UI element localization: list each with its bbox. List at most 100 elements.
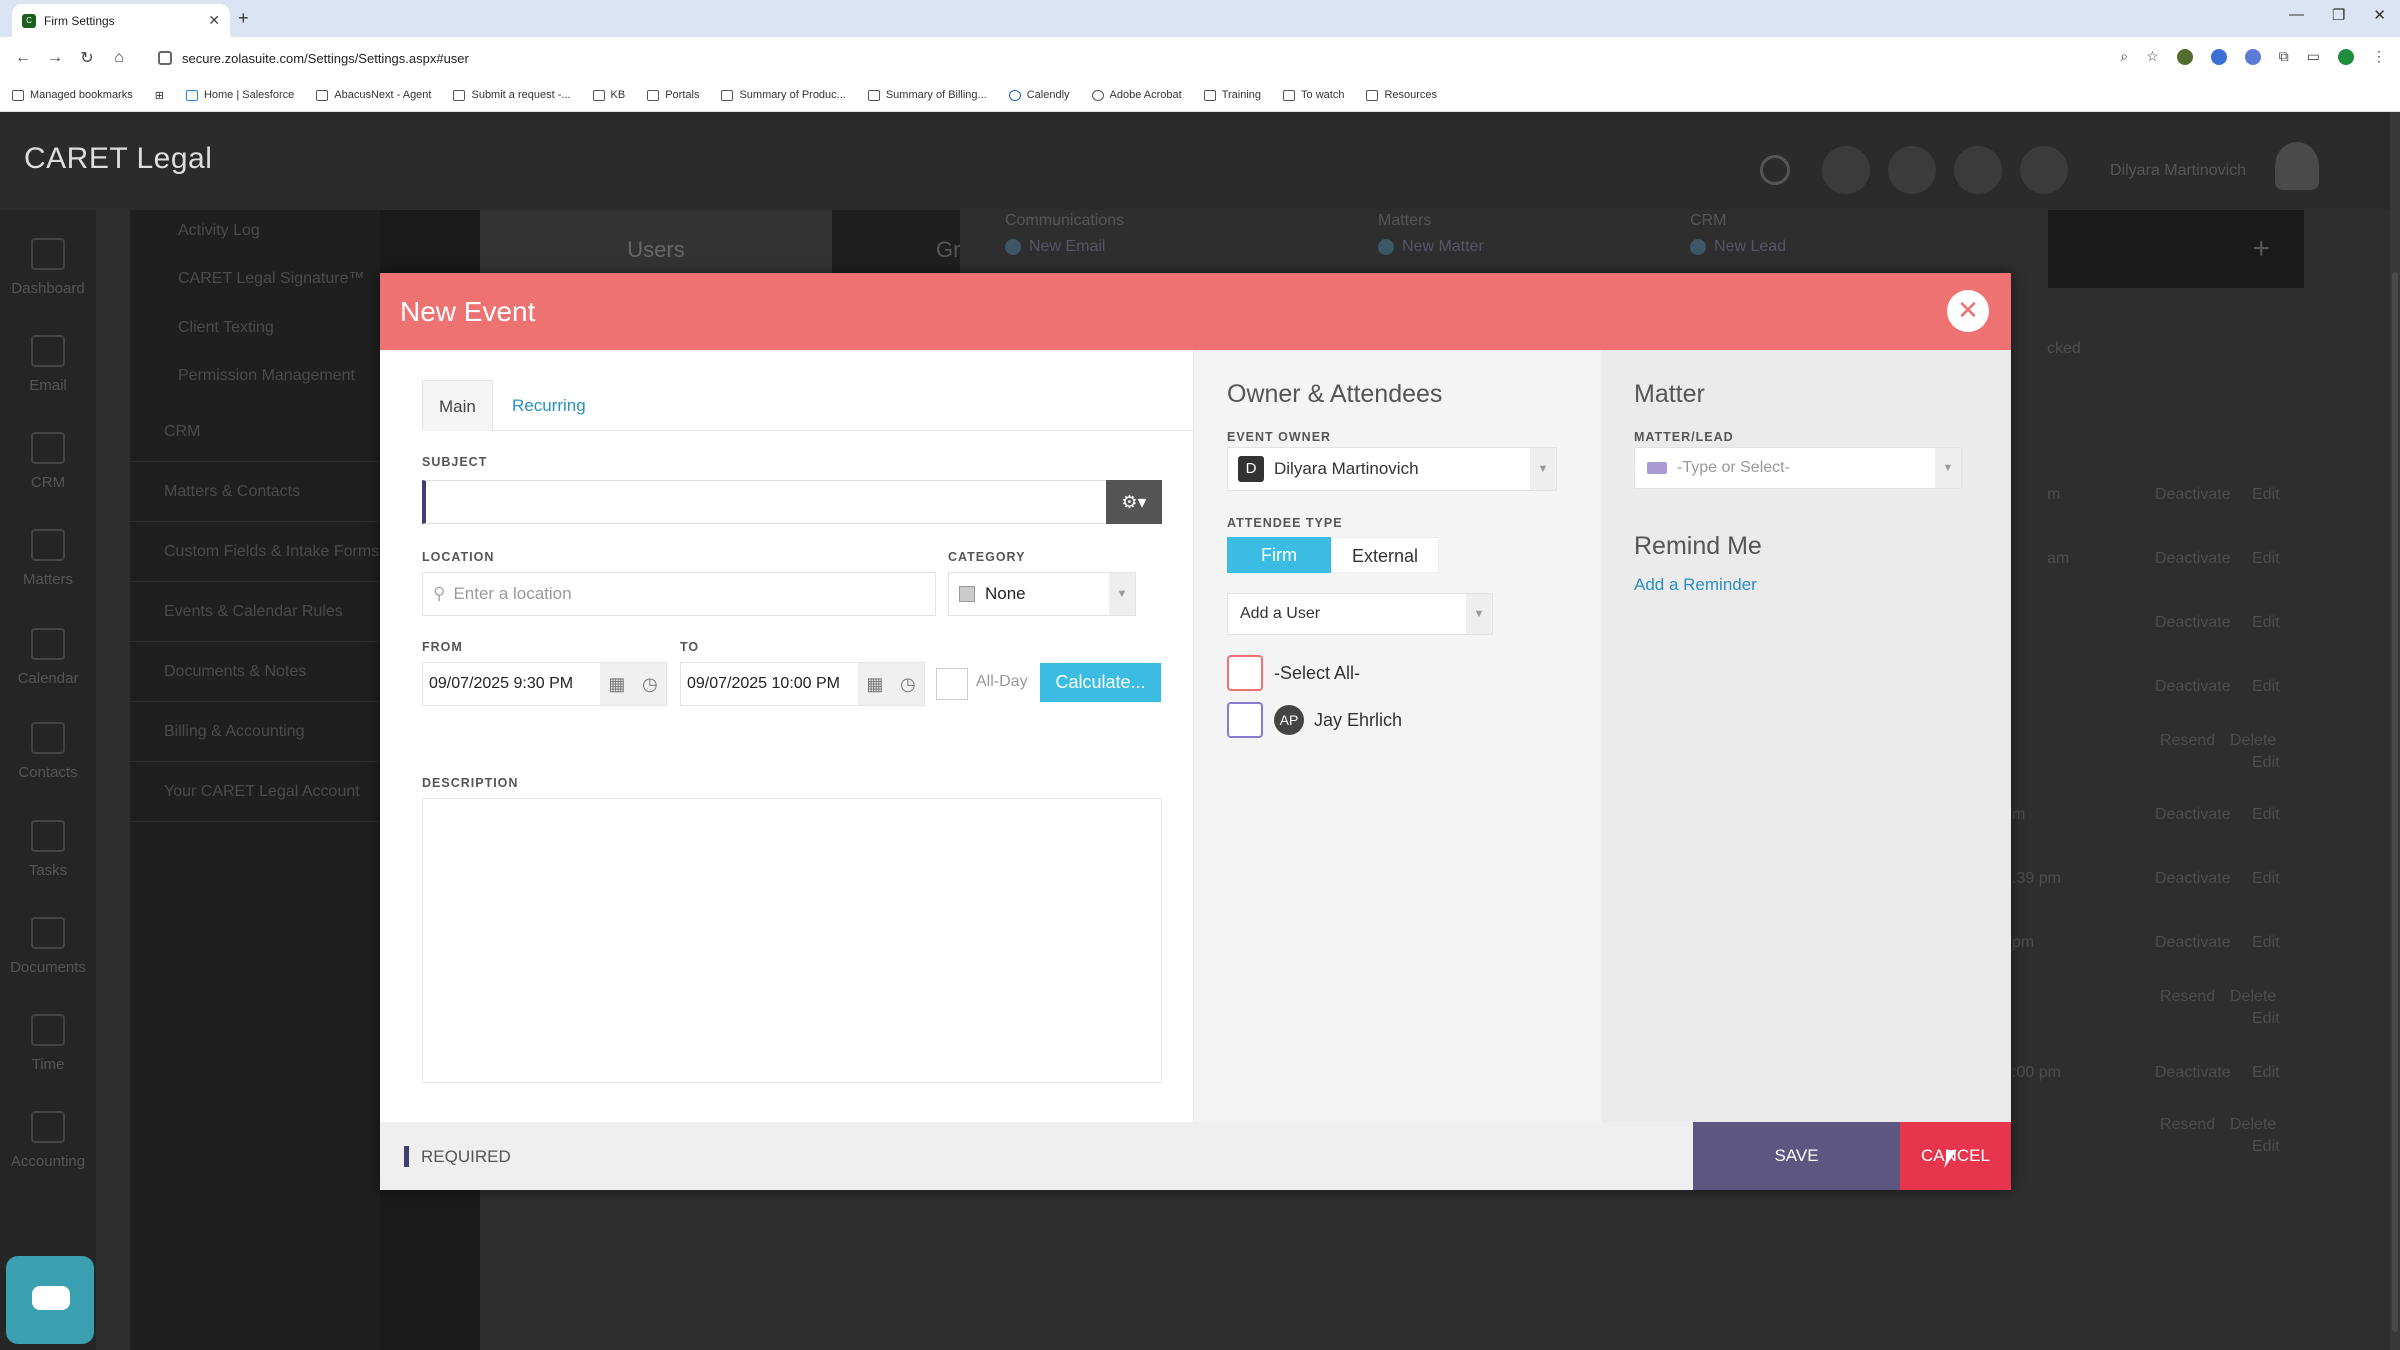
nav-tasks[interactable]: Tasks <box>0 820 96 879</box>
bookmark-item[interactable]: AbacusNext - Agent <box>316 89 431 101</box>
new-lead-link[interactable]: New Lead <box>1714 238 1786 256</box>
chat-widget-button[interactable] <box>6 1256 94 1344</box>
deactivate-link[interactable]: Deactivate <box>2155 934 2231 952</box>
timer-icon[interactable] <box>1822 146 1870 194</box>
extension-icon[interactable] <box>2210 48 2227 65</box>
nav-crm[interactable]: CRM <box>0 432 96 491</box>
browser-tab[interactable]: C Firm Settings ✕ <box>12 4 230 37</box>
to-datetime-input[interactable]: 09/07/2025 10:00 PM ▦ ◷ <box>680 662 925 706</box>
tab-recurring[interactable]: Recurring <box>496 380 602 431</box>
deactivate-link[interactable]: Deactivate <box>2155 550 2231 568</box>
subject-input[interactable]: ⚙▾ <box>422 480 1162 524</box>
edit-link[interactable]: Edit <box>2252 486 2280 504</box>
matter-lead-select[interactable]: -Type or Select- ▼ <box>1634 447 1962 489</box>
settings-item-documents[interactable]: Documents & Notes <box>130 642 380 702</box>
settings-item-crm[interactable]: CRM <box>130 402 380 462</box>
deactivate-link[interactable]: Deactivate <box>2155 486 2231 504</box>
minimize-icon[interactable]: — <box>2289 6 2304 24</box>
bookmark-star-icon[interactable]: ☆ <box>2146 48 2159 65</box>
template-picker-button[interactable]: ⚙▾ <box>1106 480 1162 524</box>
edit-link[interactable]: Edit <box>2252 1010 2280 1028</box>
edit-link[interactable]: Edit <box>2252 1064 2280 1082</box>
settings-item-custom-fields[interactable]: Custom Fields & Intake Forms <box>130 522 380 582</box>
settings-item-events[interactable]: Events & Calendar Rules <box>130 582 380 642</box>
edit-link[interactable]: Edit <box>2252 870 2280 888</box>
delete-link[interactable]: Delete <box>2230 1116 2276 1134</box>
attendee-type-firm[interactable]: Firm <box>1227 537 1331 573</box>
calendar-icon[interactable]: ▦ <box>608 674 625 695</box>
from-datetime-input[interactable]: 09/07/2025 9:30 PM ▦ ◷ <box>422 662 667 706</box>
scrollbar-thumb[interactable] <box>2392 272 2398 1332</box>
settings-item-permissions[interactable]: Permission Management <box>130 367 380 385</box>
attendee-checkbox[interactable] <box>1227 702 1263 738</box>
extensions-puzzle-icon[interactable]: ⧉ <box>2279 48 2289 65</box>
bookmark-item[interactable]: Portals <box>647 89 699 101</box>
avatar[interactable] <box>2275 142 2319 190</box>
settings-item-activity-log[interactable]: Activity Log <box>130 222 380 240</box>
edit-link[interactable]: Edit <box>2252 614 2280 632</box>
add-reminder-link[interactable]: Add a Reminder <box>1634 575 1757 595</box>
description-textarea[interactable] <box>422 798 1162 1083</box>
edit-link[interactable]: Edit <box>2252 934 2280 952</box>
edit-link[interactable]: Edit <box>2252 754 2280 772</box>
resend-link[interactable]: Resend <box>2160 732 2215 750</box>
deactivate-link[interactable]: Deactivate <box>2155 806 2231 824</box>
tab-main[interactable]: Main <box>422 380 493 431</box>
nav-time[interactable]: Time <box>0 1014 96 1073</box>
bookmark-item[interactable]: Managed bookmarks <box>12 89 133 101</box>
apps-icon[interactable]: ⊞ <box>155 89 164 102</box>
new-matter-link[interactable]: New Matter <box>1402 238 1484 256</box>
nav-accounting[interactable]: Accounting <box>0 1111 96 1170</box>
profile-icon[interactable] <box>2338 48 2354 65</box>
split-view-icon[interactable]: ▭ <box>2307 48 2320 65</box>
calendar-icon[interactable]: ▦ <box>866 674 883 695</box>
nav-calendar[interactable]: Calendar <box>0 628 96 687</box>
nav-email[interactable]: Email <box>0 335 96 394</box>
add-user-select[interactable]: Add a User ▼ <box>1227 593 1493 635</box>
help-icon[interactable] <box>1888 146 1936 194</box>
attendee-type-external[interactable]: External <box>1331 537 1440 573</box>
all-day-checkbox[interactable] <box>936 668 968 700</box>
bookmark-item[interactable]: To watch <box>1283 89 1344 101</box>
bookmark-item[interactable]: Calendly <box>1008 89 1070 101</box>
edit-link[interactable]: Edit <box>2252 550 2280 568</box>
save-button[interactable]: SAVE <box>1693 1122 1900 1190</box>
chat-icon[interactable] <box>1954 146 2002 194</box>
edit-link[interactable]: Edit <box>2252 806 2280 824</box>
page-scrollbar[interactable] <box>2390 112 2400 1350</box>
forward-icon[interactable]: → <box>46 49 64 67</box>
nav-matters[interactable]: Matters <box>0 529 96 588</box>
deactivate-link[interactable]: Deactivate <box>2155 678 2231 696</box>
nav-documents[interactable]: Documents <box>0 917 96 976</box>
site-info-icon[interactable] <box>158 51 172 65</box>
close-dialog-button[interactable]: ✕ <box>1947 290 1989 332</box>
select-all-checkbox[interactable] <box>1227 655 1263 691</box>
home-icon[interactable]: ⌂ <box>110 49 128 67</box>
delete-link[interactable]: Delete <box>2230 988 2276 1006</box>
close-tab-icon[interactable]: ✕ <box>208 12 220 29</box>
resend-link[interactable]: Resend <box>2160 1116 2215 1134</box>
back-icon[interactable]: ← <box>14 49 32 67</box>
notifications-icon[interactable] <box>2020 146 2068 194</box>
settings-item-matters-contacts[interactable]: Matters & Contacts <box>130 462 380 522</box>
new-email-link[interactable]: New Email <box>1029 238 1105 256</box>
bookmark-item[interactable]: Submit a request -... <box>453 89 571 101</box>
deactivate-link[interactable]: Deactivate <box>2155 1064 2231 1082</box>
close-window-icon[interactable]: ✕ <box>2373 6 2386 24</box>
nav-contacts[interactable]: Contacts <box>0 722 96 781</box>
nav-dashboard[interactable]: Dashboard <box>0 238 96 297</box>
bookmark-item[interactable]: Training <box>1203 89 1261 101</box>
deactivate-link[interactable]: Deactivate <box>2155 870 2231 888</box>
settings-item-client-texting[interactable]: Client Texting <box>130 319 380 337</box>
zoom-icon[interactable]: ⌕ <box>2120 48 2128 65</box>
edit-link[interactable]: Edit <box>2252 678 2280 696</box>
delete-link[interactable]: Delete <box>2230 732 2276 750</box>
clock-icon[interactable]: ◷ <box>642 674 658 695</box>
reload-icon[interactable]: ↻ <box>78 48 96 68</box>
user-name[interactable]: Dilyara Martinovich <box>2110 162 2246 180</box>
deactivate-link[interactable]: Deactivate <box>2155 614 2231 632</box>
extension-icon[interactable] <box>2244 48 2261 65</box>
add-user-button[interactable]: + <box>2048 210 2304 288</box>
browser-menu-icon[interactable]: ⋮ <box>2372 48 2386 65</box>
calculate-button[interactable]: Calculate... <box>1040 663 1161 702</box>
